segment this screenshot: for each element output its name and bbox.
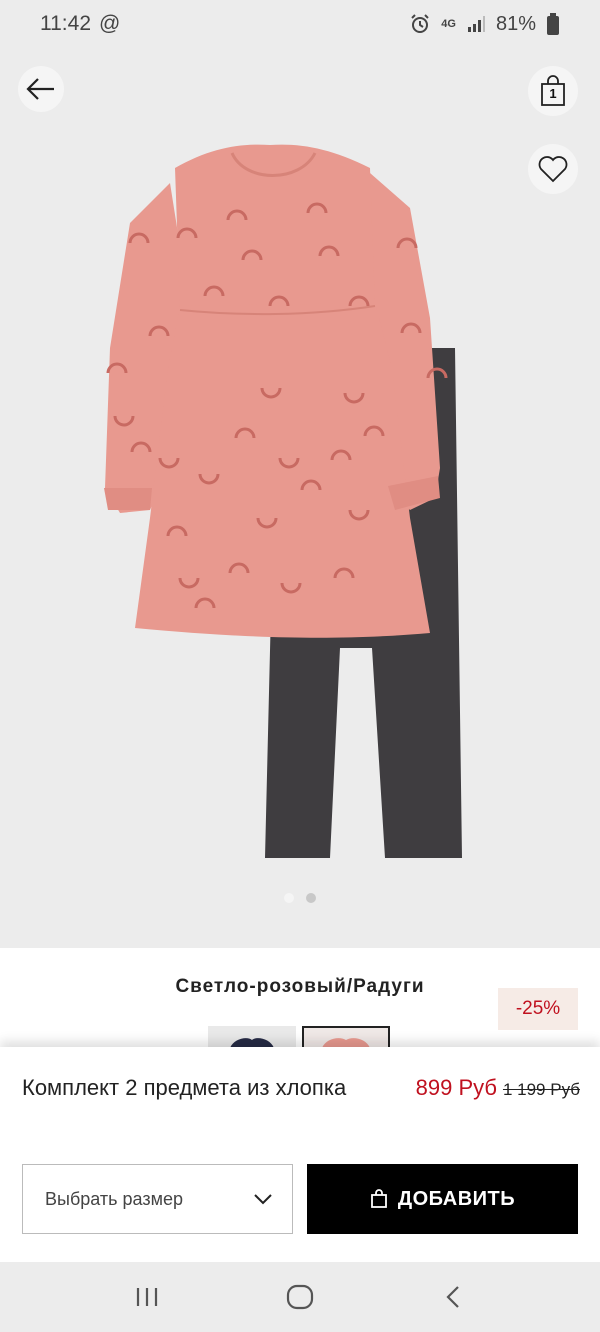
swatch-navy-thumbnail bbox=[230, 1038, 274, 1048]
color-swatch-navy[interactable] bbox=[208, 1026, 296, 1048]
bag-count: 1 bbox=[549, 86, 557, 101]
carousel-dots bbox=[0, 893, 600, 903]
system-nav-bar bbox=[0, 1262, 600, 1332]
arrow-left-icon bbox=[26, 78, 54, 100]
size-select[interactable]: Выбрать размер bbox=[22, 1164, 293, 1234]
battery-percent: 81% bbox=[495, 12, 536, 35]
product-image-carousel[interactable]: 1 bbox=[0, 48, 600, 948]
sale-price: 899 Руб bbox=[415, 1075, 497, 1100]
dress-illustration bbox=[104, 144, 448, 638]
product-photo bbox=[104, 144, 462, 858]
swatch-pink-thumbnail bbox=[322, 1038, 370, 1048]
home-icon bbox=[286, 1284, 314, 1310]
carousel-dot-2[interactable] bbox=[306, 893, 316, 903]
carousel-dot-1[interactable] bbox=[284, 893, 294, 903]
status-time: 11:42 bbox=[40, 12, 91, 35]
add-to-bag-label: ДОБАВИТЬ bbox=[397, 1187, 516, 1210]
shopping-bag-icon bbox=[370, 1189, 387, 1208]
system-back-button[interactable] bbox=[423, 1272, 483, 1322]
purchase-sheet: Комплект 2 предмета из хлопка 899 Руб 1 … bbox=[0, 1047, 600, 1262]
back-button[interactable] bbox=[18, 66, 64, 112]
add-to-bag-button[interactable]: ДОБАВИТЬ bbox=[307, 1164, 578, 1234]
network-type: 4G bbox=[441, 18, 456, 30]
size-select-label: Выбрать размер bbox=[45, 1188, 183, 1209]
recent-apps-button[interactable] bbox=[117, 1272, 177, 1322]
chevron-down-icon bbox=[254, 1194, 272, 1205]
favorite-button[interactable] bbox=[528, 144, 578, 194]
original-price: 1 199 Руб bbox=[502, 1080, 580, 1099]
heart-icon bbox=[538, 156, 568, 183]
color-swatch-pink[interactable] bbox=[302, 1026, 390, 1048]
price-row: 899 Руб 1 199 Руб bbox=[416, 1075, 580, 1101]
home-button[interactable] bbox=[270, 1272, 330, 1322]
discount-badge: -25% bbox=[498, 988, 578, 1030]
alarm-icon bbox=[411, 14, 429, 33]
status-at-icon: @ bbox=[99, 12, 121, 35]
recent-apps-icon bbox=[136, 1288, 157, 1306]
battery-icon bbox=[547, 13, 559, 35]
status-bar: 11:42 @ 4G 81% bbox=[0, 0, 600, 48]
shopping-bag-button[interactable]: 1 bbox=[528, 66, 578, 116]
product-info-panel: Светло-розовый/Радуги -25% bbox=[0, 948, 600, 1048]
product-title: Комплект 2 предмета из хлопка bbox=[22, 1075, 347, 1100]
signal-icon bbox=[467, 16, 485, 32]
chevron-left-icon bbox=[446, 1286, 460, 1308]
